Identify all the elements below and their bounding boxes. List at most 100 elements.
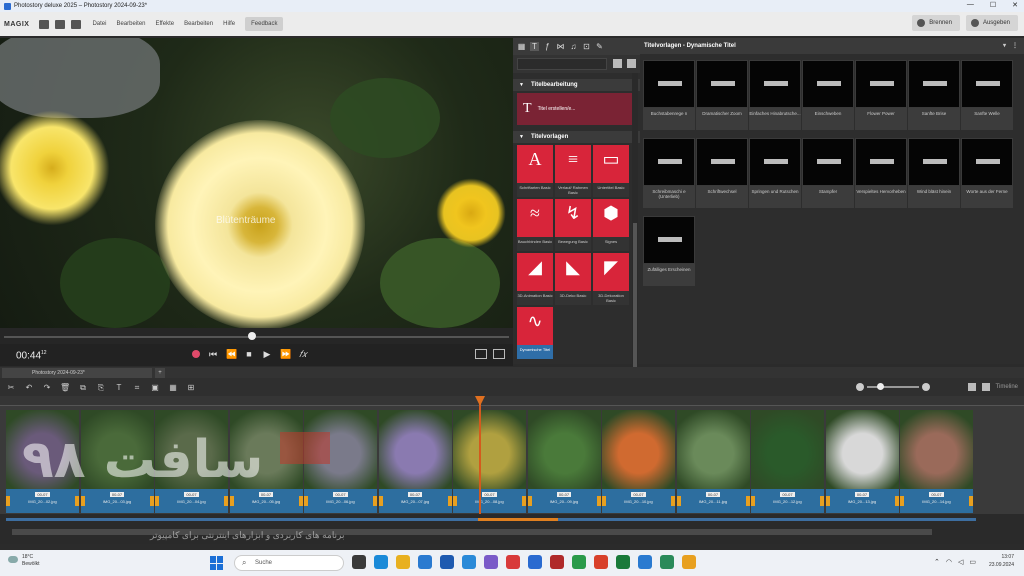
library-scrollbar[interactable] (632, 73, 638, 413)
template-signes[interactable]: ⬢ Signes (593, 199, 629, 251)
chevron-up-icon[interactable]: ⌃ (934, 558, 940, 566)
taskbar-app-icon[interactable] (418, 555, 432, 569)
delete-icon[interactable]: 🗑 (60, 383, 70, 392)
gallery-item[interactable]: Einfaches Hinabrutsche... (749, 60, 801, 132)
clip-trim-handle[interactable] (155, 496, 159, 506)
start-button[interactable] (210, 556, 224, 570)
clip-trim-handle[interactable] (751, 496, 755, 506)
menu-datei[interactable]: Datei (92, 21, 106, 27)
export-button[interactable]: Ausgeben (965, 15, 1018, 31)
library-search-input[interactable] (517, 58, 607, 70)
clip-trim-handle[interactable] (676, 496, 681, 506)
clip-trim-handle[interactable] (75, 496, 79, 506)
clip-trim-handle[interactable] (224, 496, 228, 506)
wifi-icon[interactable]: ◠ (946, 558, 952, 566)
fullscreen-icon[interactable] (493, 349, 505, 359)
new-tab-button[interactable]: + (155, 368, 165, 378)
playhead[interactable] (475, 396, 485, 514)
clip-trim-handle[interactable] (373, 496, 377, 506)
template-untertitel[interactable]: ▭ Untertitel Basic (593, 145, 629, 197)
taskbar-app-icon[interactable] (660, 555, 674, 569)
gallery-item[interactable]: Flower Power (855, 60, 907, 132)
section-title-editing[interactable]: Titelbearbeitung (513, 79, 640, 91)
template-3d-dekoration[interactable]: ◤ 3D-Dekoration Basic (593, 253, 629, 305)
brush-tab-icon[interactable]: ✎ (595, 42, 604, 51)
menu-bearbeiten[interactable]: Bearbeiten (116, 21, 145, 27)
taskbar-app-icon[interactable] (528, 555, 542, 569)
section-title-templates[interactable]: Titelvorlagen (513, 131, 640, 143)
effects-tab-icon[interactable]: ƒ (543, 42, 552, 51)
clip-trim-handle[interactable] (596, 496, 601, 506)
clip-trim-handle[interactable] (149, 496, 154, 506)
media-tab-icon[interactable]: ▦ (517, 42, 526, 51)
timeline-clip[interactable]: 00-07 IMG_20...09.jpg (527, 410, 601, 514)
minimize-button[interactable]: — (967, 1, 974, 9)
project-tab[interactable]: Photostory 2024-09-23* (2, 368, 152, 378)
settings-icon[interactable] (967, 383, 976, 391)
taskbar-app-icon[interactable] (594, 555, 608, 569)
clip-trim-handle[interactable] (80, 496, 85, 506)
template-dynamische-titel[interactable]: ∿ Dynamische Titel (517, 307, 553, 359)
gallery-item[interactable]: Buchstabenrege n (643, 60, 695, 132)
crop-icon[interactable]: ⌗ (132, 383, 142, 392)
timeline-clip[interactable]: 00-07 IMG_20...08.jpg (453, 410, 526, 514)
taskbar-search[interactable]: Suche (234, 555, 344, 571)
cast-icon[interactable] (475, 349, 487, 359)
clip-trim-handle[interactable] (6, 496, 10, 506)
clip-trim-handle[interactable] (229, 496, 234, 506)
zoom-in-icon[interactable] (922, 383, 930, 391)
more-icon[interactable]: ⋮ (1012, 38, 1018, 54)
taskbar-app-icon[interactable] (616, 555, 630, 569)
taskbar-app-icon[interactable] (550, 555, 564, 569)
text-icon[interactable]: T (114, 383, 124, 392)
template-3d-deko[interactable]: ◣ 3D-Deko Basic (555, 253, 591, 305)
clip-trim-handle[interactable] (602, 496, 606, 506)
scrubber-handle[interactable] (248, 332, 256, 340)
undo-icon[interactable]: ↶ (24, 383, 34, 392)
gallery-item[interactable]: Sanfte Welle (961, 60, 1013, 132)
clip-trim-handle[interactable] (378, 496, 383, 506)
timeline-ruler[interactable] (0, 396, 1024, 406)
stop-icon[interactable]: ■ (244, 349, 254, 359)
play-icon[interactable]: ▶ (262, 349, 272, 359)
template-verlauf-rahmen[interactable]: ≡ Verlauf/ Rahmen Basic (555, 145, 591, 197)
taskbar-app-icon[interactable] (396, 555, 410, 569)
maximize-button[interactable]: ☐ (990, 1, 996, 9)
dropdown-icon[interactable]: ▾ (1003, 38, 1006, 54)
taskbar-app-icon[interactable] (572, 555, 586, 569)
taskbar-app-icon[interactable] (638, 555, 652, 569)
clip-trim-handle[interactable] (304, 496, 308, 506)
menu-feedback[interactable]: Feedback (245, 17, 284, 31)
save-icon[interactable] (71, 19, 82, 29)
clip-trim-handle[interactable] (825, 496, 830, 506)
grid-icon[interactable]: ▦ (168, 383, 178, 392)
taskbar-app-icon[interactable] (352, 555, 366, 569)
menu-hilfe[interactable]: Hilfe (223, 21, 235, 27)
zoom-slider[interactable] (867, 383, 919, 390)
taskbar-app-icon[interactable] (440, 555, 454, 569)
gallery-item[interactable]: Worte aus der Ferne (961, 138, 1013, 210)
clip-trim-handle[interactable] (298, 496, 303, 506)
taskbar-app-icon[interactable] (462, 555, 476, 569)
copy-icon[interactable]: ⧉ (78, 383, 88, 392)
clip-trim-handle[interactable] (671, 496, 675, 506)
battery-icon[interactable]: ▭ (969, 558, 976, 566)
video-preview[interactable]: Blütenträume (0, 38, 513, 328)
gallery-item[interactable]: Einschweben (802, 60, 854, 132)
cut-icon[interactable]: ✂ (6, 383, 16, 392)
zoom-out-icon[interactable] (856, 383, 864, 391)
taskbar-app-icon[interactable] (506, 555, 520, 569)
clip-trim-handle[interactable] (745, 496, 750, 506)
clip-trim-handle[interactable] (820, 496, 824, 506)
store-tab-icon[interactable]: ⊡ (582, 42, 591, 51)
timeline-clip[interactable]: 00-07 IMG_20...13.jpg (825, 410, 899, 514)
taskbar-app-icon[interactable] (484, 555, 498, 569)
image-icon[interactable]: ▣ (150, 383, 160, 392)
gallery-item[interactable]: Sanfte Brise (908, 60, 960, 132)
gallery-item[interactable]: Wind bläst hinein (908, 138, 960, 210)
clip-trim-handle[interactable] (894, 496, 899, 506)
clip-trim-handle[interactable] (900, 496, 904, 506)
paste-icon[interactable]: ⎘ (96, 383, 106, 392)
gallery-item[interactable]: Schriftwechsel (696, 138, 748, 210)
sort-icon[interactable] (627, 59, 636, 68)
